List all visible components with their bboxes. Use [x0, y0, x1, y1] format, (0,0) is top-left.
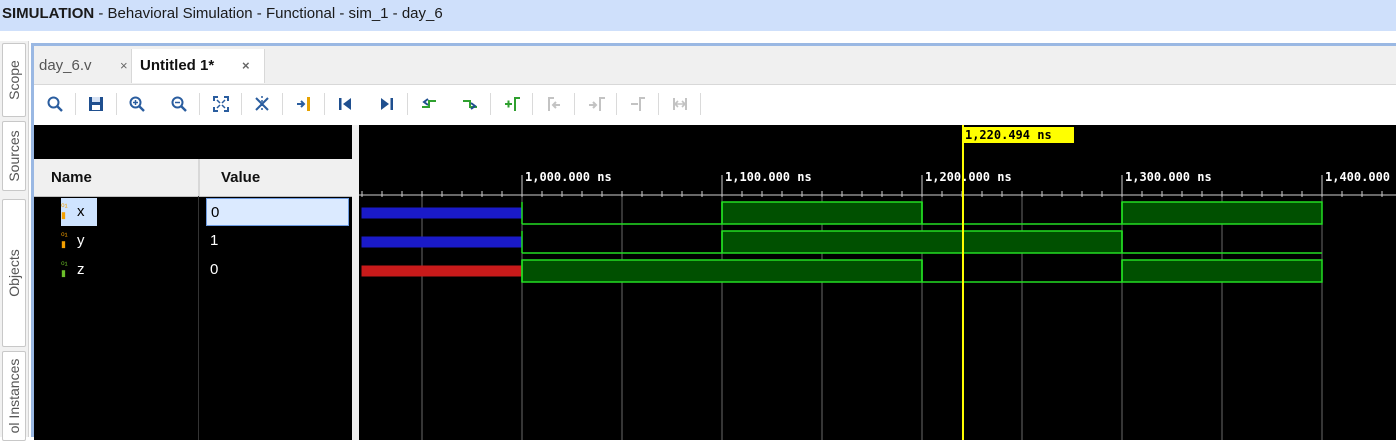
toolbar-separator: [490, 93, 491, 115]
signal-row-y[interactable]: ⁰¹ ▮ y 1: [34, 227, 352, 255]
sidebar-tab-objects[interactable]: Objects: [2, 199, 26, 347]
sidebar-tab-protocol-instances[interactable]: ol Instances: [2, 351, 26, 441]
go-to-time-0-icon[interactable]: [335, 94, 355, 114]
next-transition-icon[interactable]: [460, 94, 480, 114]
marker-ruler-icon[interactable]: [670, 94, 690, 114]
waveform-undefined-z: [361, 265, 523, 277]
toolbar-separator: [700, 93, 701, 115]
time-cursor-label: 1,220.494 ns: [965, 128, 1052, 142]
toolbar-separator: [407, 93, 408, 115]
previous-transition-icon[interactable]: [419, 94, 439, 114]
window-title-mode: SIMULATION: [2, 5, 95, 22]
signal-value: 0: [211, 204, 220, 221]
go-to-last-time-icon[interactable]: [377, 94, 397, 114]
column-header-value[interactable]: Value: [221, 159, 260, 196]
zoom-in-icon[interactable]: [127, 94, 147, 114]
add-marker-icon[interactable]: [502, 94, 522, 114]
tab-untitled-1-close-icon[interactable]: ×: [242, 49, 250, 83]
signal-list-header: Name Value: [34, 159, 352, 197]
zoom-out-icon[interactable]: [169, 94, 189, 114]
search-icon[interactable]: [45, 94, 65, 114]
signal-row-x[interactable]: ⁰¹ ▮ x 0: [34, 198, 352, 226]
signal-value: 1: [210, 232, 219, 249]
toolbar-separator: [616, 93, 617, 115]
tab-day-6-v-label: day_6.v: [39, 57, 92, 74]
window-title-rest: - Behavioral Simulation - Functional - s…: [94, 5, 443, 22]
toolbar-separator: [574, 93, 575, 115]
previous-marker-icon[interactable]: [544, 94, 564, 114]
waveform-svg[interactable]: 1,000.000 ns 1,100.000 ns 1,200.000 ns 1,30…: [359, 125, 1396, 440]
signal-value-cell-selected[interactable]: 0: [206, 198, 349, 226]
tab-untitled-1-label: Untitled 1*: [140, 57, 215, 74]
go-to-cursor-icon[interactable]: [294, 94, 314, 114]
toolbar-separator: [658, 93, 659, 115]
waveform-high-y: [721, 230, 1123, 254]
waveform-window: day_6.v × Untitled 1* × Name Value ⁰¹ ▮ …: [31, 43, 1396, 440]
left-side-tabs: Scope Sources Objects ol Instances: [0, 41, 29, 441]
pane-splitter[interactable]: [352, 125, 359, 440]
toolbar-separator: [199, 93, 200, 115]
ruler-tick-label: 1,100.000 ns: [725, 170, 812, 184]
signal-name: x: [77, 203, 85, 220]
waveform-undefined-y: [361, 236, 523, 248]
column-divider[interactable]: [198, 159, 200, 196]
column-header-name[interactable]: Name: [51, 159, 92, 196]
toolbar-separator: [324, 93, 325, 115]
sidebar-tab-sources-label: Sources: [6, 130, 22, 182]
bit-signal-icon: ⁰¹ ▮: [61, 202, 68, 220]
signal-value: 0: [210, 261, 219, 278]
waveform-high-z: [521, 259, 923, 283]
next-marker-icon[interactable]: [586, 94, 606, 114]
sidebar-tab-objects-label: Objects: [6, 249, 22, 297]
waveform-area: Name Value ⁰¹ ▮ x 0 ⁰¹ ▮ y 1 ⁰¹ ▮ z 0 1,000…: [34, 125, 1396, 440]
title-bar: SIMULATION - Behavioral Simulation - Fun…: [0, 0, 1396, 31]
sidebar-tab-scope-label: Scope: [6, 60, 22, 100]
cut-marker-icon[interactable]: [252, 94, 272, 114]
signal-row-z[interactable]: ⁰¹ ▮ z 0: [34, 256, 352, 284]
waveform-canvas[interactable]: 1,000.000 ns 1,100.000 ns 1,200.000 ns 1,30…: [359, 125, 1396, 440]
ruler-tick-label: 1,000.000 ns: [525, 170, 612, 184]
ruler-tick-label: 1,400.000: [1325, 170, 1390, 184]
bit-signal-icon: ⁰¹ ▮: [61, 231, 68, 249]
signal-name: y: [77, 232, 85, 249]
waveform-high-z: [1121, 259, 1323, 283]
toolbar-separator: [532, 93, 533, 115]
sidebar-tab-scope[interactable]: Scope: [2, 43, 26, 117]
waveform-undefined-x: [361, 207, 523, 219]
sidebar-tab-sources[interactable]: Sources: [2, 121, 26, 191]
tab-day-6-v-close-icon[interactable]: ×: [120, 49, 128, 83]
waveform-high-x: [1121, 201, 1323, 225]
ruler-tick-label: 1,200.000 ns: [925, 170, 1012, 184]
window-title: SIMULATION - Behavioral Simulation - Fun…: [2, 0, 443, 27]
ruler-tick-label: 1,300.000 ns: [1125, 170, 1212, 184]
tab-untitled-1[interactable]: Untitled 1* ×: [131, 49, 265, 83]
editor-tab-bar: day_6.v × Untitled 1* ×: [34, 46, 1396, 85]
toolbar-separator: [241, 93, 242, 115]
toolbar-separator: [282, 93, 283, 115]
signal-name: z: [77, 261, 85, 278]
waveform-toolbar: [34, 85, 1396, 125]
sidebar-tab-protocol-instances-label: ol Instances: [6, 358, 22, 434]
toolbar-separator: [116, 93, 117, 115]
waveform-high-x: [721, 201, 923, 225]
bit-signal-icon: ⁰¹ ▮: [61, 260, 68, 278]
save-icon[interactable]: [86, 94, 106, 114]
toolbar-separator: [75, 93, 76, 115]
title-gap: [0, 31, 1396, 41]
tab-day-6-v[interactable]: day_6.v ×: [39, 49, 134, 83]
zoom-fit-icon[interactable]: [211, 94, 231, 114]
swap-cursors-icon[interactable]: [628, 94, 648, 114]
